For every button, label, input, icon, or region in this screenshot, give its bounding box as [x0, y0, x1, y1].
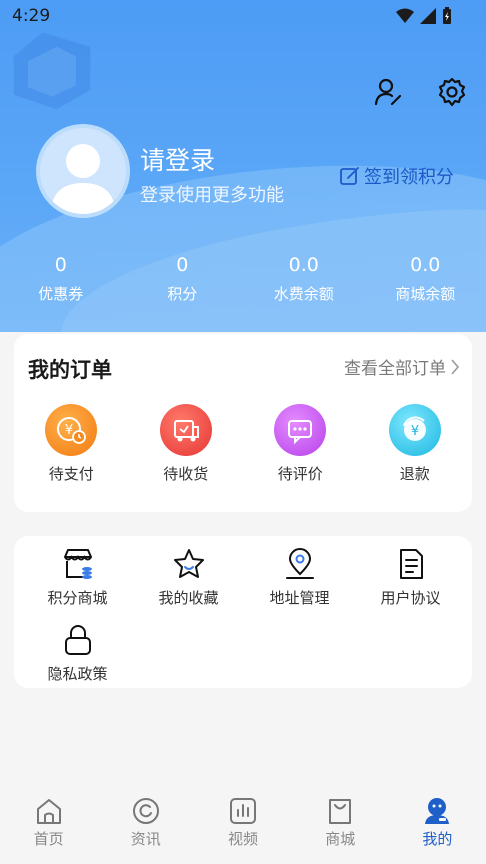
nav-label: 资讯: [130, 830, 161, 848]
order-status-row: ¥ 待支付 待收货 待评价 ¥ 退款: [14, 404, 472, 484]
user-edit-button[interactable]: [370, 74, 406, 110]
service-favorites[interactable]: 我的收藏: [133, 546, 244, 608]
news-icon: [132, 798, 159, 824]
bottom-nav: 首页 资讯 视频 商城 我的: [0, 788, 486, 864]
order-label: 退款: [399, 465, 430, 483]
service-privacy-policy[interactable]: 隐私政策: [22, 622, 133, 684]
stat-label: 水费余额: [273, 285, 334, 303]
stat-points[interactable]: 0 积分: [122, 252, 244, 304]
svg-text:¥: ¥: [65, 423, 73, 438]
login-subtitle: 登录使用更多功能: [140, 185, 284, 206]
chevron-right-icon: [451, 358, 460, 375]
services-row-2: 隐私政策: [22, 622, 466, 684]
checkin-label: 签到领积分: [364, 167, 454, 188]
stat-value: 0.0: [288, 254, 319, 276]
service-label: 隐私政策: [47, 665, 108, 683]
orders-title: 我的订单: [28, 358, 112, 382]
nav-profile[interactable]: 我的: [389, 788, 486, 864]
checkin-button[interactable]: 签到领积分: [340, 163, 454, 189]
battery-icon: [443, 7, 451, 24]
order-pending-payment[interactable]: ¥ 待支付: [14, 404, 129, 484]
stat-value: 0: [176, 254, 189, 276]
view-all-orders-link[interactable]: 查看全部订单: [344, 354, 460, 379]
service-user-agreement[interactable]: 用户协议: [355, 546, 466, 608]
order-label: 待支付: [48, 465, 94, 483]
stat-water-balance[interactable]: 0.0 水费余额: [243, 252, 365, 304]
points-store-icon: [60, 546, 96, 582]
service-label: 我的收藏: [158, 589, 219, 607]
user-edit-icon: [374, 78, 402, 106]
order-label: 待评价: [277, 465, 323, 483]
service-address[interactable]: 地址管理: [244, 546, 355, 608]
stat-label: 商城余额: [395, 285, 456, 303]
lock-icon: [60, 622, 96, 658]
stat-label: 积分: [167, 285, 198, 303]
stat-value: 0: [54, 254, 67, 276]
stat-label: 优惠券: [38, 285, 84, 303]
nav-label: 商城: [325, 830, 356, 848]
stats-row: 0 优惠券 0 积分 0.0 水费余额 0.0 商城余额: [0, 252, 486, 304]
payment-pending-icon: ¥: [45, 404, 98, 456]
status-icons: [396, 7, 452, 25]
svg-text:¥: ¥: [411, 424, 419, 439]
stat-value: 0.0: [410, 254, 441, 276]
service-label: 地址管理: [269, 589, 330, 607]
stat-coupons[interactable]: 0 优惠券: [0, 252, 122, 304]
services-row-1: 积分商城 我的收藏 地址管理 用户协议: [22, 546, 466, 608]
default-avatar-icon: [50, 144, 116, 214]
profile-icon: [425, 798, 450, 824]
order-pending-review[interactable]: 待评价: [243, 404, 358, 484]
view-all-orders-label: 查看全部订单: [344, 359, 446, 379]
nav-label: 首页: [33, 830, 64, 848]
service-label: 用户协议: [380, 589, 441, 607]
order-refund[interactable]: ¥ 退款: [358, 404, 473, 484]
login-title[interactable]: 请登录: [140, 141, 215, 177]
location-pin-icon: [282, 546, 318, 582]
video-icon: [230, 798, 256, 824]
nav-news[interactable]: 资讯: [97, 788, 194, 864]
status-bar: 4:29: [0, 0, 486, 34]
nav-label: 我的: [422, 830, 453, 848]
settings-button[interactable]: [434, 74, 470, 110]
order-pending-delivery[interactable]: 待收货: [129, 404, 244, 484]
shopping-bag-icon: [329, 799, 352, 824]
refund-icon: ¥: [388, 404, 441, 456]
orders-card: 我的订单 查看全部订单 ¥ 待支付 待收货 待评价 ¥ 退款: [14, 334, 472, 512]
status-time: 4:29: [12, 6, 51, 26]
signal-icon: [420, 8, 436, 24]
nav-mall[interactable]: 商城: [292, 788, 389, 864]
comment-icon: [274, 404, 327, 456]
gear-icon: [438, 77, 466, 107]
service-points-store[interactable]: 积分商城: [22, 546, 133, 608]
document-icon: [393, 546, 429, 582]
nav-home[interactable]: 首页: [0, 788, 97, 864]
delivery-truck-icon: [159, 404, 212, 456]
profile-header: 4:29 请登录 登录使用更多功能 签到领积分 0 优惠券 0 积分 0.0 水…: [0, 0, 486, 332]
services-card: 积分商城 我的收藏 地址管理 用户协议 隐私政策: [14, 536, 472, 688]
stat-mall-balance[interactable]: 0.0 商城余额: [365, 252, 486, 304]
avatar[interactable]: [36, 124, 130, 218]
star-icon: [171, 546, 207, 582]
service-label: 积分商城: [47, 589, 108, 607]
wifi-icon: [396, 8, 414, 23]
nav-video[interactable]: 视频: [194, 788, 291, 864]
edit-icon: [340, 167, 359, 185]
home-icon: [36, 799, 61, 824]
nav-label: 视频: [228, 830, 259, 848]
order-label: 待收货: [163, 465, 209, 483]
